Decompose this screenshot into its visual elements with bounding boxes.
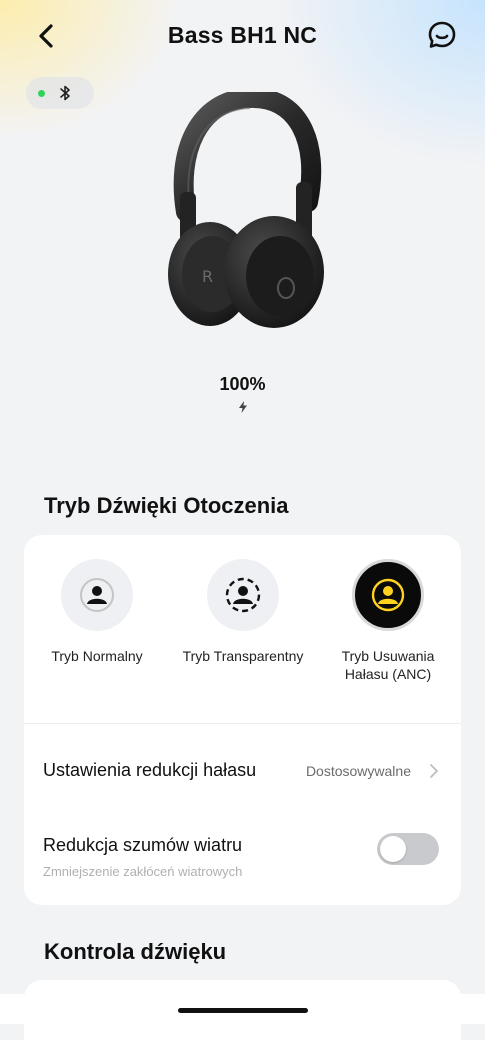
battery-status: 100% xyxy=(0,374,485,413)
person-anc-icon xyxy=(371,578,405,612)
mode-transparent-label: Tryb Transparentny xyxy=(182,648,304,664)
ambient-modes: Tryb Normalny Tryb Transparentny Tryb Us… xyxy=(24,535,461,723)
chat-bubble-icon xyxy=(428,21,456,48)
mode-normal-label: Tryb Normalny xyxy=(51,648,143,664)
noise-reduction-value: Dostosowywalne xyxy=(305,763,411,779)
wind-noise-sublabel: Zmniejszenie zakłóceń wiatrowych xyxy=(43,864,243,879)
mode-normal[interactable]: Tryb Normalny xyxy=(27,559,167,665)
noise-reduction-settings-row[interactable]: Ustawienia redukcji hałasu Dostosowywaln… xyxy=(24,747,461,793)
home-indicator[interactable] xyxy=(178,1008,308,1013)
lightning-bolt-icon xyxy=(238,401,247,413)
sound-control-section-title: Kontrola dźwięku xyxy=(44,939,227,964)
mode-transparent[interactable]: Tryb Transparentny xyxy=(173,559,313,665)
mode-anc-label: Tryb Usuwania Hałasu (ANC) xyxy=(341,648,435,682)
person-normal-icon xyxy=(80,578,114,612)
mode-normal-circle xyxy=(61,559,133,631)
page-title: Bass BH1 NC xyxy=(167,22,318,48)
person-transparent-icon xyxy=(225,577,261,613)
chevron-right-icon xyxy=(430,764,438,778)
wind-noise-toggle[interactable] xyxy=(377,833,439,865)
wind-noise-label: Redukcja szumów wiatru xyxy=(43,835,243,855)
ambient-section-title: Tryb Dźwięki Otoczenia xyxy=(44,493,289,518)
bluetooth-icon xyxy=(60,85,70,101)
battery-percent: 100% xyxy=(219,374,266,394)
toggle-knob xyxy=(380,836,406,862)
mode-anc[interactable]: Tryb Usuwania Hałasu (ANC) xyxy=(318,559,458,683)
mode-transparent-circle xyxy=(207,559,279,631)
connection-status xyxy=(26,77,94,109)
noise-reduction-label: Ustawienia redukcji hałasu xyxy=(43,760,257,780)
ambient-card: Tryb Normalny Tryb Transparentny Tryb Us… xyxy=(24,535,461,905)
svg-text:R: R xyxy=(202,267,213,286)
mode-anc-circle xyxy=(352,559,424,631)
connected-dot xyxy=(38,89,45,97)
wind-noise-row: Redukcja szumów wiatru Zmniejszenie zakł… xyxy=(24,827,461,887)
card-divider xyxy=(24,723,461,724)
headphones-image: R xyxy=(168,92,324,328)
header: Bass BH1 NC xyxy=(0,0,485,70)
support-chat-button[interactable] xyxy=(423,16,461,54)
